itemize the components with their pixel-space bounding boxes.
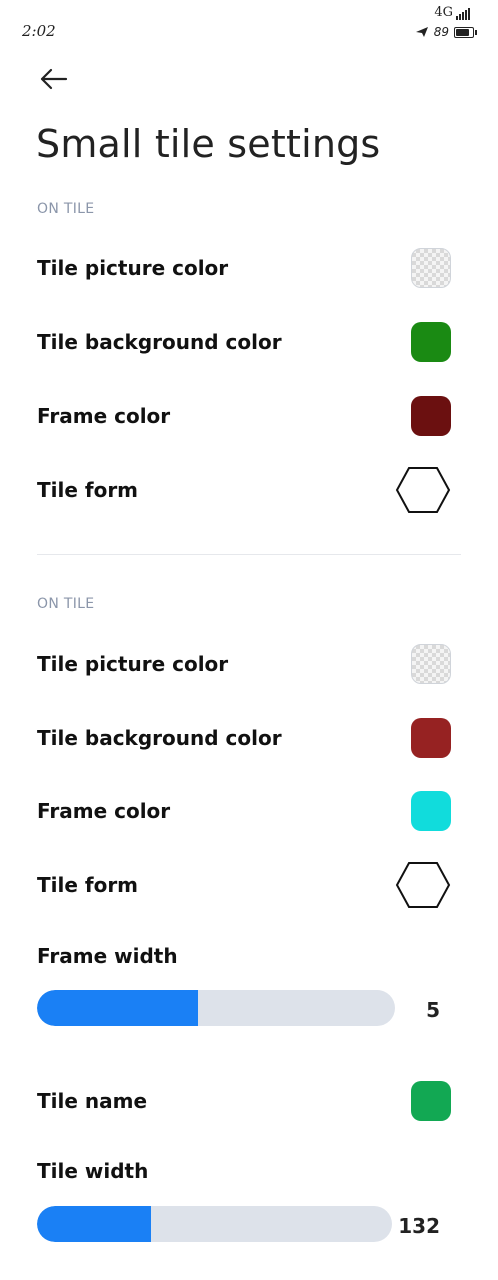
tile-background-color-label-1: Tile background color	[37, 330, 282, 354]
tile-picture-color-swatch-1[interactable]	[411, 248, 451, 288]
frame-width-value: 5	[426, 998, 440, 1022]
status-icons: 89	[415, 25, 477, 39]
signal-icon	[456, 8, 470, 20]
page-title: Small tile settings	[36, 122, 381, 166]
tile-form-label-1: Tile form	[37, 478, 139, 502]
tile-name-color-swatch[interactable]	[411, 1081, 451, 1121]
tile-width-fill	[37, 1206, 151, 1242]
section-header-2: ON TILE	[37, 596, 95, 612]
tile-picture-color-label-1: Tile picture color	[37, 256, 229, 280]
hexagon-icon[interactable]	[395, 861, 451, 909]
network-indicator: 4G	[434, 5, 470, 20]
tile-name-label: Tile name	[37, 1089, 148, 1113]
tile-background-color-swatch-2[interactable]	[411, 718, 451, 758]
arrow-left-icon	[40, 68, 68, 90]
battery-icon	[454, 26, 477, 38]
location-arrow-icon	[415, 27, 428, 37]
tile-width-slider[interactable]	[37, 1206, 392, 1242]
tile-picture-color-label-2: Tile picture color	[37, 652, 229, 676]
frame-color-label-1: Frame color	[37, 404, 171, 428]
back-button[interactable]	[36, 62, 70, 96]
frame-width-slider[interactable]	[37, 990, 395, 1026]
tile-background-color-swatch-1[interactable]	[411, 322, 451, 362]
status-time: 2:02	[22, 22, 56, 40]
section-divider	[37, 554, 461, 555]
frame-width-fill	[37, 990, 199, 1026]
frame-width-label: Frame width	[37, 944, 178, 968]
frame-color-swatch-2[interactable]	[411, 791, 451, 831]
tile-picture-color-swatch-2[interactable]	[411, 644, 451, 684]
section-header-1: ON TILE	[37, 201, 95, 217]
tile-width-label: Tile width	[37, 1159, 149, 1183]
tile-background-color-label-2: Tile background color	[37, 726, 282, 750]
frame-color-label-2: Frame color	[37, 799, 171, 823]
tile-width-value: 132	[398, 1214, 440, 1238]
network-type: 4G	[434, 5, 453, 20]
battery-level: 89	[433, 25, 449, 39]
hexagon-icon[interactable]	[395, 466, 451, 514]
tile-form-label-2: Tile form	[37, 873, 139, 897]
frame-color-swatch-1[interactable]	[411, 396, 451, 436]
